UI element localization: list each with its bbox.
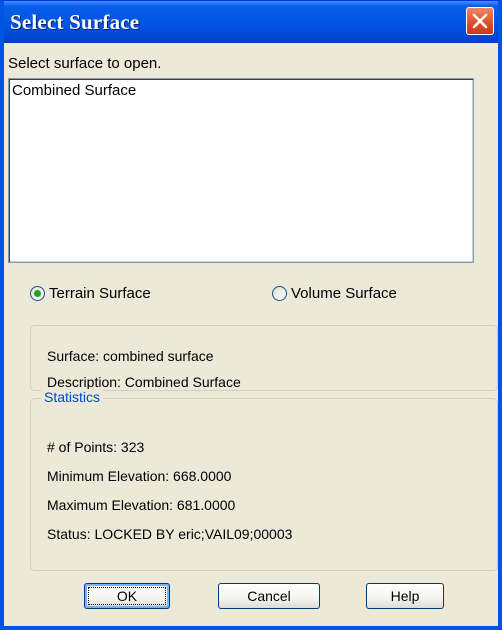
status-text: Status: LOCKED BY eric;VAIL09;00003 <box>47 526 293 542</box>
radio-selected-icon[interactable] <box>30 286 45 301</box>
cancel-label: Cancel <box>247 588 291 604</box>
ok-button[interactable]: OK <box>84 583 170 609</box>
volume-surface-radio[interactable]: Volume Surface <box>272 285 397 302</box>
statistics-group: Statistics # of Points: 323 Minimum Elev… <box>30 389 498 571</box>
terrain-surface-radio[interactable]: Terrain Surface <box>30 285 151 302</box>
title-bar[interactable]: Select Surface <box>4 1 498 43</box>
cancel-button[interactable]: Cancel <box>218 583 320 609</box>
surface-details-group: Surface: combined surface Description: C… <box>30 325 498 391</box>
points-count-text: # of Points: 323 <box>47 439 145 455</box>
radio-unselected-icon[interactable] <box>272 286 287 301</box>
close-icon <box>472 13 488 29</box>
prompt-label: Select surface to open. <box>8 55 162 72</box>
dialog-body: Select surface to open. Combined Surface… <box>4 43 498 626</box>
ok-label: OK <box>116 588 138 604</box>
surface-name-text: Surface: combined surface <box>47 348 214 364</box>
maximum-elevation-text: Maximum Elevation: 681.0000 <box>47 497 236 513</box>
minimum-elevation-text: Minimum Elevation: 668.0000 <box>47 468 232 484</box>
list-item[interactable]: Combined Surface <box>12 82 136 99</box>
select-surface-dialog: Select Surface Select surface to open. C… <box>0 0 502 630</box>
help-button[interactable]: Help <box>366 583 444 609</box>
surface-listbox[interactable]: Combined Surface <box>8 78 474 263</box>
surface-description-text: Description: Combined Surface <box>47 374 241 390</box>
close-button[interactable] <box>466 7 494 35</box>
window-title: Select Surface <box>10 10 140 34</box>
terrain-surface-label: Terrain Surface <box>49 285 151 302</box>
volume-surface-label: Volume Surface <box>291 285 397 302</box>
statistics-legend: Statistics <box>41 389 104 405</box>
help-label: Help <box>390 588 420 604</box>
